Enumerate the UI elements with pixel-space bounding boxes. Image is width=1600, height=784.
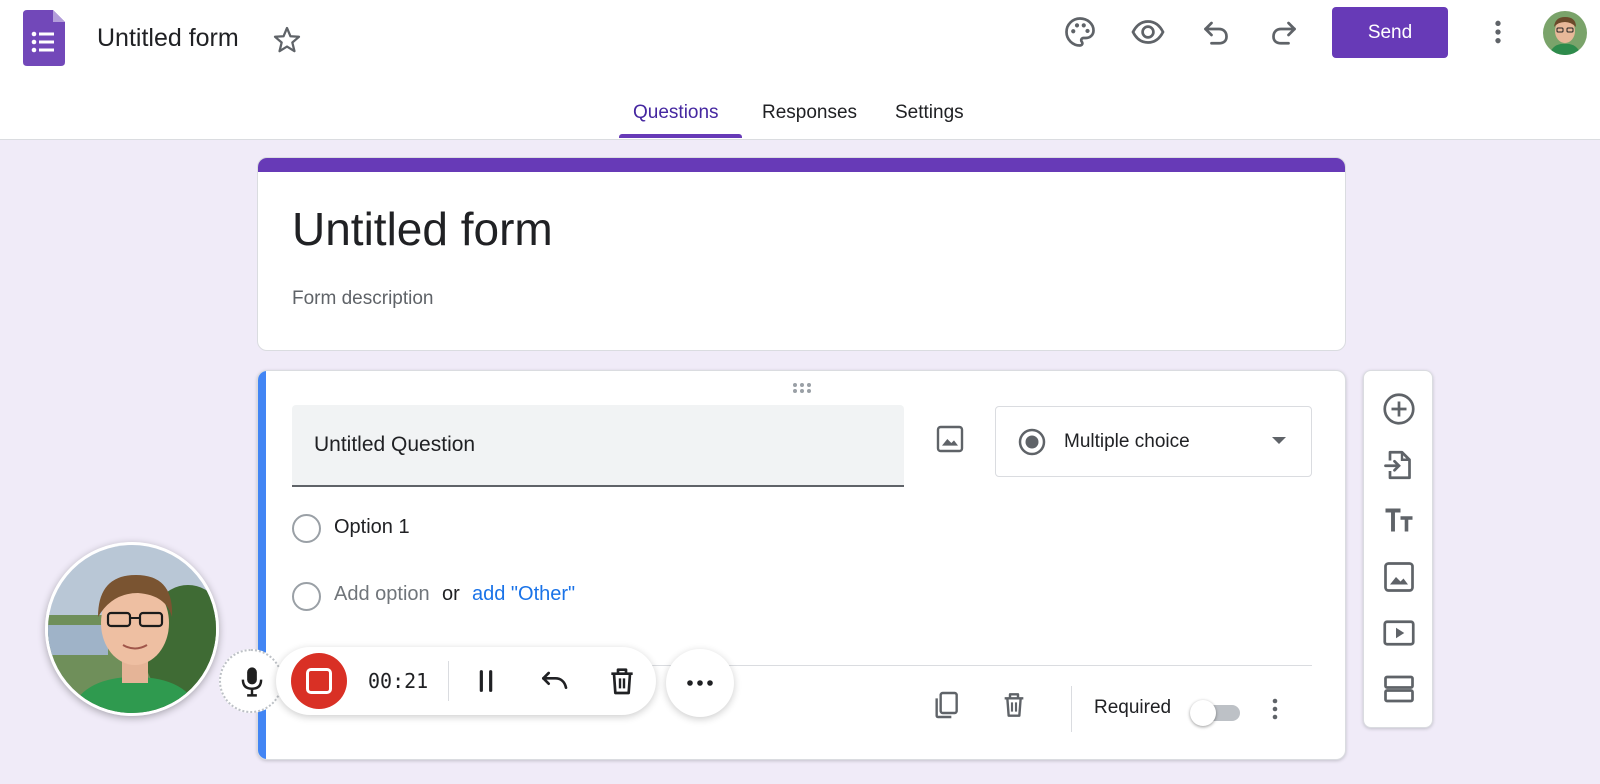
- tab-responses[interactable]: Responses: [762, 102, 857, 124]
- undo-icon[interactable]: [1198, 14, 1234, 50]
- more-vert-icon[interactable]: [1482, 14, 1514, 50]
- app-title[interactable]: Untitled form: [97, 24, 239, 53]
- add-question-icon[interactable]: [1381, 391, 1417, 427]
- add-other-link[interactable]: add "Other": [472, 583, 575, 606]
- import-questions-icon[interactable]: [1381, 447, 1417, 483]
- redo-icon[interactable]: [1266, 14, 1302, 50]
- google-forms-icon[interactable]: [23, 10, 65, 66]
- add-video-icon[interactable]: [1381, 615, 1417, 651]
- stop-icon: [306, 668, 332, 694]
- app-header: Untitled form Send Questions Responses S…: [0, 0, 1600, 140]
- add-option-radio: [292, 582, 321, 611]
- drag-handle-icon[interactable]: [791, 381, 817, 395]
- add-section-icon[interactable]: [1381, 671, 1417, 707]
- add-image-icon[interactable]: [934, 423, 966, 455]
- webcam-bubble[interactable]: [45, 542, 219, 716]
- account-avatar[interactable]: [1543, 11, 1587, 55]
- more-horiz-icon: [687, 680, 713, 686]
- add-option-input[interactable]: Add option: [334, 583, 430, 606]
- duplicate-icon[interactable]: [930, 689, 962, 721]
- pause-icon[interactable]: [470, 665, 502, 697]
- add-image-icon[interactable]: [1381, 559, 1417, 595]
- radio-button-icon: [1018, 428, 1046, 456]
- star-icon[interactable]: [271, 24, 303, 56]
- tab-questions[interactable]: Questions: [633, 102, 719, 124]
- tab-bar: Questions Responses Settings: [0, 96, 1600, 140]
- question-title-text: Untitled Question: [314, 433, 476, 456]
- option-label[interactable]: Option 1: [334, 516, 410, 539]
- form-description-input[interactable]: Form description: [292, 288, 434, 310]
- microphone-button[interactable]: [219, 649, 283, 713]
- send-button[interactable]: Send: [1332, 7, 1448, 58]
- trash-icon[interactable]: [606, 665, 638, 697]
- recording-controls: 00:21: [276, 647, 656, 715]
- question-more-icon[interactable]: [1264, 693, 1286, 725]
- floating-toolbar: [1363, 370, 1433, 728]
- question-type-dropdown[interactable]: Multiple choice: [995, 406, 1312, 477]
- toggle-knob: [1190, 700, 1216, 726]
- tab-settings[interactable]: Settings: [895, 102, 964, 124]
- active-tab-indicator: [619, 134, 742, 138]
- form-title-input[interactable]: Untitled form: [292, 202, 553, 256]
- required-label: Required: [1094, 697, 1172, 718]
- footer-separator: [1071, 686, 1072, 732]
- delete-icon[interactable]: [998, 689, 1030, 721]
- option-radio: [292, 514, 321, 543]
- recording-timer: 00:21: [368, 669, 429, 693]
- stop-recording-button[interactable]: [291, 653, 347, 709]
- restart-icon[interactable]: [538, 665, 570, 697]
- microphone-icon: [241, 667, 263, 697]
- recorder-separator: [448, 661, 449, 701]
- form-title-card: Untitled form Form description: [257, 157, 1346, 351]
- title-text-icon[interactable]: [1381, 503, 1417, 539]
- recorder-more-button[interactable]: [666, 649, 734, 717]
- question-title-input[interactable]: Untitled Question: [292, 405, 904, 487]
- accent-band: [258, 158, 1345, 172]
- chevron-down-icon: [1272, 437, 1286, 444]
- required-toggle[interactable]: [1190, 699, 1244, 727]
- question-type-label: Multiple choice: [1064, 431, 1190, 452]
- or-text: or: [442, 583, 460, 605]
- eye-icon[interactable]: [1130, 14, 1166, 50]
- palette-icon[interactable]: [1062, 14, 1098, 50]
